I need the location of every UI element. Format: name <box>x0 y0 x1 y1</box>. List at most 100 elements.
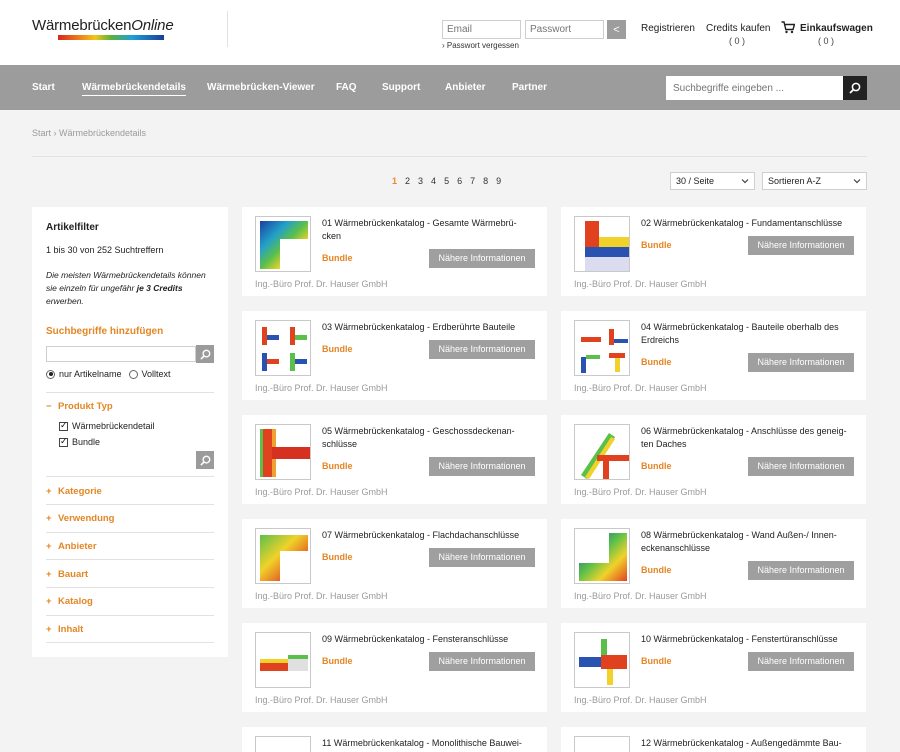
password-input[interactable] <box>525 20 604 39</box>
filter-verwendung[interactable]: + Verwendung <box>46 513 114 524</box>
thermal-bridge-thumbnail <box>574 424 630 480</box>
nav-item-details[interactable]: Wärmebrückendetails <box>82 82 186 96</box>
product-card[interactable]: 10 Wärmebrückenkatalog - Fenstertüransch… <box>561 623 866 712</box>
search-button[interactable] <box>843 76 867 100</box>
more-info-button[interactable]: Nähere Informationen <box>748 236 854 255</box>
nav-item-partner[interactable]: Partner <box>512 82 547 93</box>
page-link[interactable]: 5 <box>444 176 449 186</box>
nav-item-faq[interactable]: FAQ <box>336 82 357 93</box>
product-card[interactable]: 06 Wärmebrückenkatalog - Anschlüsse des … <box>561 415 866 504</box>
thermal-bridge-thumbnail <box>255 216 311 272</box>
card-title[interactable]: 02 Wärmebrückenkatalog - Fundamentanschl… <box>641 217 853 230</box>
filter-search-button[interactable] <box>196 345 214 363</box>
sort-select[interactable]: Sortieren A-Z <box>762 172 867 190</box>
plus-icon: + <box>46 486 52 497</box>
nav-item-viewer[interactable]: Wärmebrücken-Viewer <box>207 82 315 93</box>
product-card[interactable]: 04 Wärmebrückenkatalog - Bauteile oberha… <box>561 311 866 400</box>
product-card[interactable]: 02 Wärmebrückenkatalog - Fundamentanschl… <box>561 207 866 296</box>
checkbox-row-bundle[interactable]: Bundle <box>59 436 101 447</box>
per-page-select[interactable]: 30 / Seite <box>670 172 755 190</box>
page-link[interactable]: 8 <box>483 176 488 186</box>
filter-product-type[interactable]: − Produkt Typ <box>46 401 113 412</box>
page-link[interactable]: 3 <box>418 176 423 186</box>
breadcrumb[interactable]: Start › Wärmebrückendetails <box>32 128 146 138</box>
filter-kategorie[interactable]: + Kategorie <box>46 486 102 497</box>
divider <box>46 392 214 393</box>
more-info-button[interactable]: Nähere Informationen <box>429 457 535 476</box>
radio-article-name[interactable] <box>46 369 55 379</box>
cart-link[interactable]: Einkaufswagen <box>800 23 873 34</box>
vendor-name: Ing.-Büro Prof. Dr. Hauser GmbH <box>574 383 707 393</box>
logo[interactable]: WärmebrückenOnline <box>32 17 174 34</box>
email-input[interactable] <box>442 20 521 39</box>
product-card[interactable]: 01 Wärmebrückenkatalog - Gesamte Wärmebr… <box>242 207 547 296</box>
filter-inhalt[interactable]: + Inhalt <box>46 624 83 635</box>
filter-search-input[interactable] <box>46 346 196 362</box>
cart-icon[interactable] <box>781 21 795 34</box>
search-input[interactable] <box>666 76 844 100</box>
product-card[interactable]: 05 Wärmebrückenkatalog - Geschossdeckena… <box>242 415 547 504</box>
more-info-button[interactable]: Nähere Informationen <box>429 249 535 268</box>
result-count: 1 bis 30 von 252 Suchtreffern <box>46 245 164 255</box>
filter-label: Verwendung <box>58 513 115 524</box>
add-search-terms-label: Suchbegriffe hinzufügen <box>46 326 164 337</box>
apply-type-filter-button[interactable] <box>196 451 214 469</box>
more-info-button[interactable]: Nähere Informationen <box>429 548 535 567</box>
vendor-name: Ing.-Büro Prof. Dr. Hauser GmbH <box>574 695 707 705</box>
product-card[interactable]: 07 Wärmebrückenkatalog - Flachdachanschl… <box>242 519 547 608</box>
product-card[interactable]: 03 Wärmebrückenkatalog - Erdberührte Bau… <box>242 311 547 400</box>
card-title[interactable]: 08 Wärmebrückenkatalog - Wand Außen-/ In… <box>641 529 853 555</box>
more-info-button[interactable]: Nähere Informationen <box>748 353 854 372</box>
search-icon <box>199 455 210 466</box>
card-title[interactable]: 01 Wärmebrückenkatalog - Gesamte Wärmebr… <box>322 217 534 243</box>
card-title[interactable]: 11 Wärmebrückenkatalog - Monolithische B… <box>322 737 534 750</box>
card-title[interactable]: 10 Wärmebrückenkatalog - Fenstertüransch… <box>641 633 853 646</box>
filter-title: Artikelfilter <box>46 222 99 233</box>
page-link[interactable]: 4 <box>431 176 436 186</box>
page-link[interactable]: 2 <box>405 176 410 186</box>
nav-item-start[interactable]: Start <box>32 82 55 93</box>
page-link[interactable]: 7 <box>470 176 475 186</box>
buy-credits-link[interactable]: Credits kaufen <box>706 23 770 34</box>
divider <box>46 559 214 560</box>
page-current[interactable]: 1 <box>392 176 397 186</box>
more-info-button[interactable]: Nähere Informationen <box>748 457 854 476</box>
card-title[interactable]: 03 Wärmebrückenkatalog - Erdberührte Bau… <box>322 321 534 334</box>
product-card[interactable]: 09 Wärmebrückenkatalog - Fensteranschlüs… <box>242 623 547 712</box>
product-card[interactable]: 11 Wärmebrückenkatalog - Monolithische B… <box>242 727 547 752</box>
more-info-button[interactable]: Nähere Informationen <box>748 561 854 580</box>
register-link[interactable]: Registrieren <box>641 23 695 34</box>
nav-item-support[interactable]: Support <box>382 82 420 93</box>
checkbox-detail[interactable] <box>59 420 68 431</box>
filter-bauart[interactable]: + Bauart <box>46 569 88 580</box>
more-info-button[interactable]: Nähere Informationen <box>429 652 535 671</box>
card-title[interactable]: 06 Wärmebrückenkatalog - Anschlüsse des … <box>641 425 853 451</box>
card-title[interactable]: 07 Wärmebrückenkatalog - Flachdachanschl… <box>322 529 534 542</box>
forgot-password-link[interactable]: › Passwort vergessen <box>442 41 519 50</box>
page-link[interactable]: 9 <box>496 176 501 186</box>
checkbox-bundle-label: Bundle <box>72 437 101 447</box>
nav-item-anbieter[interactable]: Anbieter <box>445 82 486 93</box>
radio-fulltext[interactable] <box>128 369 138 379</box>
thermal-bridge-thumbnail <box>255 528 311 584</box>
filter-katalog[interactable]: + Katalog <box>46 596 93 607</box>
search-scope: nur Artikelname Volltext <box>46 369 171 379</box>
minus-icon: − <box>46 401 52 412</box>
page-link[interactable]: 6 <box>457 176 462 186</box>
filter-anbieter[interactable]: + Anbieter <box>46 541 97 552</box>
checkbox-bundle[interactable] <box>59 436 68 447</box>
card-title[interactable]: 12 Wärmebrückenkatalog - Außengedämmte B… <box>641 737 853 750</box>
plus-icon: + <box>46 541 52 552</box>
product-card[interactable]: 12 Wärmebrückenkatalog - Außengedämmte B… <box>561 727 866 752</box>
cart-count: ( 0 ) <box>818 36 835 46</box>
checkbox-row-detail[interactable]: Wärmebrückendetail <box>59 420 155 431</box>
card-title[interactable]: 04 Wärmebrückenkatalog - Bauteile oberha… <box>641 321 853 347</box>
card-title[interactable]: 05 Wärmebrückenkatalog - Geschossdeckena… <box>322 425 534 451</box>
card-title[interactable]: 09 Wärmebrückenkatalog - Fensteranschlüs… <box>322 633 534 646</box>
more-info-button[interactable]: Nähere Informationen <box>429 340 535 359</box>
divider <box>46 615 214 616</box>
more-info-button[interactable]: Nähere Informationen <box>748 652 854 671</box>
login-submit-button[interactable]: < <box>607 20 626 39</box>
vendor-name: Ing.-Büro Prof. Dr. Hauser GmbH <box>255 591 388 601</box>
product-card[interactable]: 08 Wärmebrückenkatalog - Wand Außen-/ In… <box>561 519 866 608</box>
